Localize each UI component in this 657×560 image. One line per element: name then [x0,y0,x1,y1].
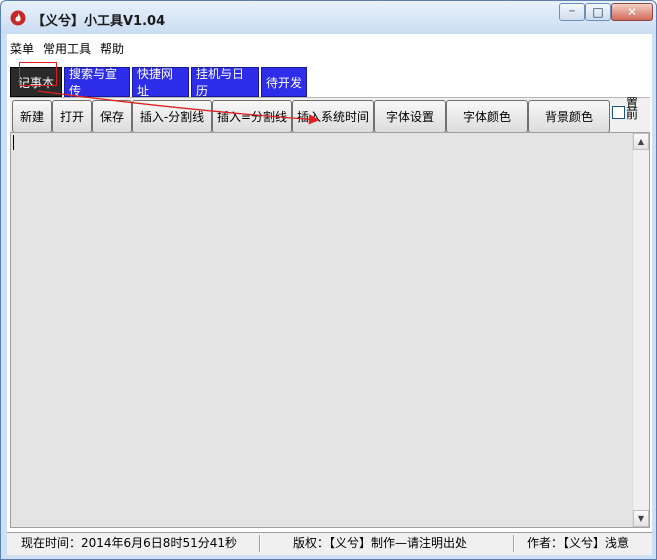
tab-to-develop[interactable]: 待开发 [261,67,307,97]
menu-bar: 菜单 常用工具 帮助 [7,39,127,59]
save-button[interactable]: 保存 [92,100,132,133]
scroll-down-icon[interactable]: ▼ [633,510,649,527]
minimize-button[interactable]: ─ [559,3,585,21]
status-divider [259,535,261,552]
tab-label: 搜索与宣传 [69,67,118,98]
new-button[interactable]: 新建 [12,100,52,133]
pin-on-top-checkbox[interactable] [612,106,625,119]
tab-notepad[interactable]: 记事本 [10,62,62,97]
insert-double-divider-button[interactable]: 插入=分割线 [212,100,292,133]
app-window: 【义兮】小工具V1.04 ─ □ ✕ 菜单 常用工具 帮助 记事本 搜索与宣传 … [0,0,657,560]
vertical-scrollbar[interactable]: ▲ ▼ [632,133,649,527]
font-color-button[interactable]: 字体颜色 [446,100,528,133]
font-settings-button[interactable]: 字体设置 [374,100,446,133]
notepad-toolbar: 新建 打开 保存 插入-分割线 插入=分割线 插入系统时间 字体设置 字体颜色 … [10,96,650,133]
insert-dash-divider-button[interactable]: 插入-分割线 [132,100,212,133]
tab-idle-calendar[interactable]: 挂机与日历 [191,67,259,98]
open-button[interactable]: 打开 [52,100,92,133]
menu-item-common-tools[interactable]: 常用工具 [40,39,94,59]
text-caret [13,135,14,150]
tab-label: 挂机与日历 [196,67,245,98]
status-bar: 现在时间：2014年6月6日8时51分41秒 版权：【义兮】制作—请注明出处 作… [7,532,652,555]
window-title: 【义兮】小工具V1.04 [32,14,166,29]
tab-label: 待开发 [266,75,303,90]
maximize-icon: □ [592,5,604,19]
background-color-button[interactable]: 背景颜色 [528,100,610,133]
maximize-button[interactable]: □ [585,3,611,21]
tab-strip: 记事本 搜索与宣传 快捷网址 挂机与日历 待开发 [10,62,309,98]
flame-icon [10,10,26,26]
pin-on-top-label: 置前 [626,96,639,121]
scroll-up-icon[interactable]: ▲ [633,133,649,150]
current-time-status: 现在时间：2014年6月6日8时51分41秒 [21,536,237,550]
menu-item-menu[interactable]: 菜单 [7,39,37,59]
copyright-status: 版权：【义兮】制作—请注明出处 [293,536,468,550]
tab-quick-links[interactable]: 快捷网址 [132,67,189,98]
status-divider [513,535,515,552]
annotation-highlight-box [19,62,57,86]
tab-search-promote[interactable]: 搜索与宣传 [64,67,130,98]
menu-item-help[interactable]: 帮助 [97,39,127,59]
client-area: 菜单 常用工具 帮助 记事本 搜索与宣传 快捷网址 挂机与日历 待开发 新建 打… [7,34,652,555]
title-bar[interactable]: 【义兮】小工具V1.04 ─ □ ✕ [1,1,656,34]
author-status: 作者：【义兮】浅意 [527,536,630,550]
notepad-text-area[interactable]: ▲ ▼ [10,132,650,528]
close-icon: ✕ [626,5,638,19]
insert-system-time-button[interactable]: 插入系统时间 [292,100,374,133]
minimize-icon: ─ [569,7,575,17]
tab-label: 快捷网址 [137,67,174,98]
close-button[interactable]: ✕ [611,3,653,21]
